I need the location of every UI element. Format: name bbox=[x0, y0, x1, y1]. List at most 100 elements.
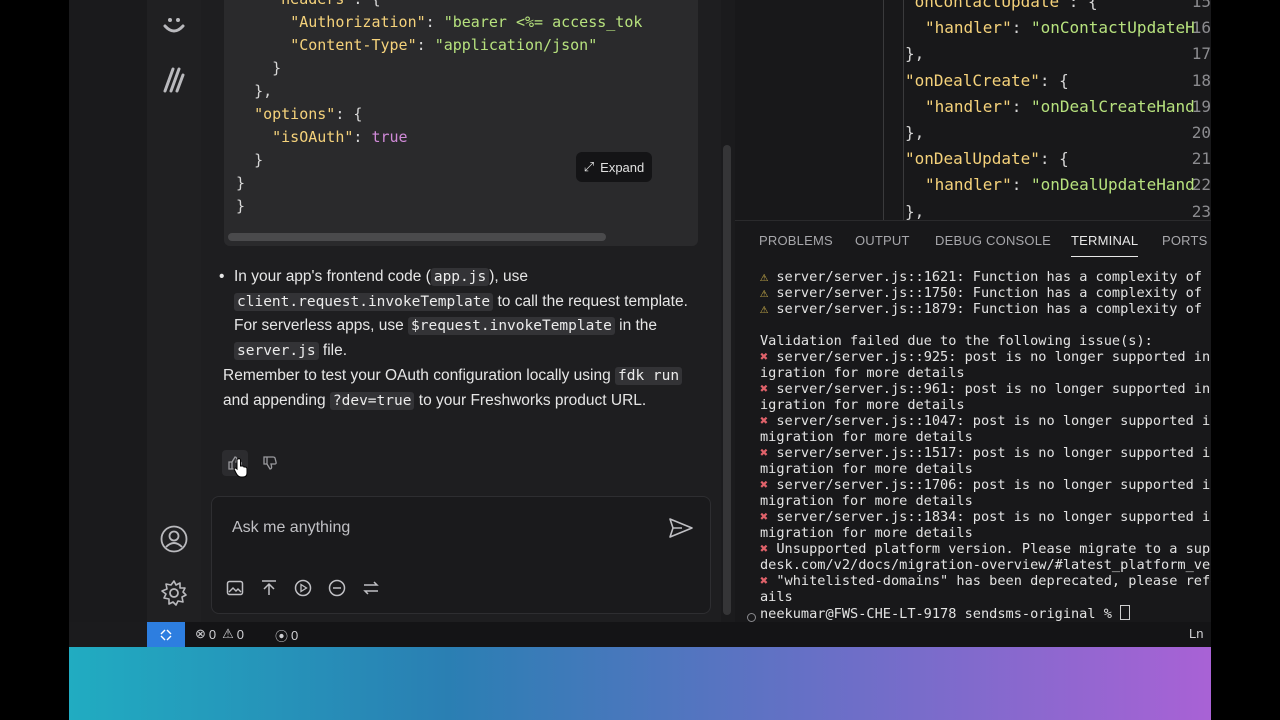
code-line: } bbox=[236, 195, 642, 218]
terminal-text: igration for more details bbox=[760, 365, 965, 381]
error-icon: ✖ bbox=[760, 445, 777, 461]
tab-output[interactable]: OUTPUT bbox=[855, 233, 910, 248]
code-line: "isOAuth": true bbox=[236, 126, 642, 149]
terminal-text: neekumar@FWS-CHE-LT-9178 sendsms-origina… bbox=[760, 606, 1121, 622]
warning-icon: ⚠ bbox=[760, 285, 777, 301]
send-button[interactable] bbox=[668, 517, 696, 541]
terminal-line: migration for more details bbox=[760, 429, 1211, 445]
line-number: 20 bbox=[1191, 123, 1211, 142]
error-icon: ✖ bbox=[760, 413, 777, 429]
indent-guide bbox=[903, 0, 904, 220]
settings-gear-icon[interactable] bbox=[159, 578, 189, 608]
minus-button[interactable] bbox=[326, 577, 348, 599]
terminal-text: server/server.js::1706: post is no longe… bbox=[776, 477, 1211, 493]
terminal-text: migration for more details bbox=[760, 429, 973, 445]
terminal-output[interactable]: ⚠ server/server.js::1621: Function has a… bbox=[760, 269, 1211, 622]
terminal-line: migration for more details bbox=[760, 461, 1211, 477]
terminal-line: desk.com/v2/docs/migration-overview/#lat… bbox=[760, 557, 1211, 573]
terminal-status-dot bbox=[747, 613, 756, 622]
inline-code: ?dev=true bbox=[329, 391, 415, 410]
terminal-text: migration for more details bbox=[760, 525, 973, 541]
code-token: "onContactUpdateH bbox=[1030, 18, 1195, 38]
account-icon[interactable] bbox=[159, 524, 189, 554]
error-icon: ✖ bbox=[760, 381, 777, 397]
swap-button[interactable] bbox=[360, 577, 382, 599]
terminal-text: server/server.js::1047: post is no longe… bbox=[776, 413, 1211, 429]
play-button[interactable] bbox=[292, 577, 314, 599]
inline-code: fdk run bbox=[615, 367, 683, 385]
text-run: and appending bbox=[223, 391, 330, 409]
terminal-line: ⚠ server/server.js::1750: Function has a… bbox=[760, 285, 1211, 301]
code-token: } bbox=[254, 151, 264, 169]
text-run: Remember to test your OAuth configuratio… bbox=[223, 367, 615, 384]
freshworks-logo-icon[interactable] bbox=[159, 64, 189, 94]
image-attach-button[interactable] bbox=[224, 577, 246, 599]
remote-indicator-button[interactable] bbox=[147, 622, 185, 647]
code-token: "isOAuth" bbox=[272, 128, 354, 146]
tab-problems[interactable]: PROBLEMS bbox=[759, 233, 833, 248]
send-icon bbox=[669, 518, 693, 538]
swap-arrows-icon bbox=[363, 581, 379, 595]
upload-button[interactable] bbox=[258, 577, 280, 599]
tab-ports[interactable]: PORTS bbox=[1162, 233, 1208, 248]
line-number: 18 bbox=[1191, 70, 1211, 90]
terminal-line: ✖ server/server.js::1517: post is no lon… bbox=[760, 445, 1211, 461]
terminal-line: ails bbox=[760, 589, 1211, 605]
inline-code: server.js bbox=[234, 341, 319, 360]
code-editor[interactable]: 15 "onContactUpdate": {16 "handler": "onCo… bbox=[735, 0, 1211, 220]
terminal-line: Validation failed due to the following i… bbox=[760, 333, 1211, 349]
status-bar: ⊗ 0 ⚠ 0 ⦿ 0 Ln bbox=[147, 622, 1211, 647]
warning-icon: ⚠ bbox=[760, 269, 777, 285]
code-horizontal-scrollbar[interactable] bbox=[228, 233, 606, 241]
tab-debug-console[interactable]: DEBUG CONSOLE bbox=[935, 233, 1051, 248]
image-icon bbox=[226, 580, 244, 596]
terminal-line: ✖ server/server.js::1706: post is no lon… bbox=[760, 477, 1211, 493]
chat-input[interactable] bbox=[230, 515, 654, 541]
vscode-window: "headers": { "Authorization": "bearer <%… bbox=[69, 0, 1211, 647]
code-token: "handler" bbox=[925, 175, 1012, 195]
thumbs-down-button[interactable] bbox=[257, 450, 283, 476]
code-token: : bbox=[416, 36, 435, 54]
error-icon: ✖ bbox=[760, 541, 777, 557]
editor-code-line: "handler": "onContactUpdateH bbox=[925, 18, 1195, 37]
ports-indicator[interactable]: ⦿ 0 bbox=[275, 626, 298, 645]
error-count: 0 bbox=[208, 626, 217, 642]
indent-guide bbox=[883, 0, 884, 220]
freddy-smile-icon[interactable] bbox=[159, 10, 189, 40]
terminal-line: ✖ server/server.js::925: post is no long… bbox=[760, 349, 1211, 365]
code-token: } bbox=[236, 174, 246, 192]
letterbox-left bbox=[0, 0, 69, 720]
bullet-item: • In your app's frontend code (app.js), … bbox=[219, 265, 694, 363]
activity-bar bbox=[147, 0, 201, 622]
code-token: : { bbox=[335, 105, 363, 123]
terminal-text: Validation failed due to the following i… bbox=[760, 333, 1153, 349]
line-number: 23 bbox=[1191, 201, 1211, 220]
tab-terminal[interactable]: TERMINAL bbox=[1071, 233, 1139, 257]
problems-indicator[interactable]: ⊗ 0 ⚠ 0 bbox=[195, 626, 244, 642]
code-token: : { bbox=[1039, 149, 1069, 169]
terminal-line: ✖ server/server.js::1047: post is no lon… bbox=[760, 413, 1211, 429]
code-token: : bbox=[425, 13, 444, 31]
broadcast-icon: ⦿ bbox=[275, 629, 289, 644]
text-run: file. bbox=[318, 341, 348, 359]
code-token: "handler" bbox=[925, 96, 1012, 116]
error-icon: ✖ bbox=[760, 349, 777, 365]
letterbox-right bbox=[1211, 0, 1280, 720]
cursor-position[interactable]: Ln bbox=[1189, 626, 1203, 641]
editor-code-line: "onDealCreate": { bbox=[905, 71, 1069, 90]
terminal-line: ⚠ server/server.js::1879: Function has a… bbox=[760, 301, 1211, 317]
expand-button[interactable]: ⤢ Expand bbox=[576, 152, 652, 182]
chat-vertical-scrollbar[interactable] bbox=[723, 145, 731, 615]
terminal-text: server/server.js::1879: Function has a c… bbox=[776, 301, 1211, 317]
panel-tabs: PROBLEMS OUTPUT DEBUG CONSOLE TERMINAL PORTS bbox=[735, 221, 1211, 261]
code-token: : bbox=[1011, 96, 1031, 116]
terminal-text: "whitelisted-domains" has been deprecate… bbox=[776, 573, 1211, 589]
code-token: "application/json" bbox=[434, 36, 598, 54]
code-snippet: "headers": { "Authorization": "bearer <%… bbox=[236, 0, 642, 218]
error-icon: ✖ bbox=[760, 477, 777, 493]
terminal-line: ✖ server/server.js::961: post is no long… bbox=[760, 381, 1211, 397]
